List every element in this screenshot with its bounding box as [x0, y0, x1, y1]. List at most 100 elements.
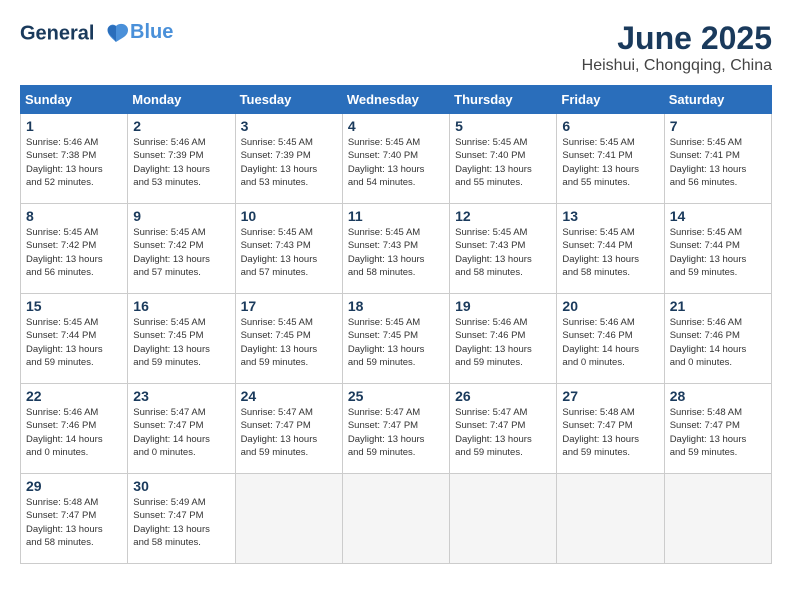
calendar-cell [342, 474, 449, 564]
day-info: Sunrise: 5:45 AM Sunset: 7:42 PM Dayligh… [133, 226, 229, 279]
day-info: Sunrise: 5:47 AM Sunset: 7:47 PM Dayligh… [241, 406, 337, 459]
day-info: Sunrise: 5:46 AM Sunset: 7:46 PM Dayligh… [455, 316, 551, 369]
logo-general: General [20, 22, 94, 44]
day-info: Sunrise: 5:45 AM Sunset: 7:44 PM Dayligh… [670, 226, 766, 279]
day-number: 12 [455, 208, 551, 224]
calendar-cell: 13 Sunrise: 5:45 AM Sunset: 7:44 PM Dayli… [557, 204, 664, 294]
day-number: 30 [133, 478, 229, 494]
day-info: Sunrise: 5:45 AM Sunset: 7:40 PM Dayligh… [455, 136, 551, 189]
col-header-monday: Monday [128, 86, 235, 114]
day-number: 13 [562, 208, 658, 224]
logo-blue: Blue [130, 21, 173, 44]
day-info: Sunrise: 5:45 AM Sunset: 7:45 PM Dayligh… [348, 316, 444, 369]
calendar-cell: 3 Sunrise: 5:45 AM Sunset: 7:39 PM Daylig… [235, 114, 342, 204]
calendar-cell: 1 Sunrise: 5:46 AM Sunset: 7:38 PM Daylig… [21, 114, 128, 204]
calendar-cell: 17 Sunrise: 5:45 AM Sunset: 7:45 PM Dayli… [235, 294, 342, 384]
calendar-table: SundayMondayTuesdayWednesdayThursdayFrid… [20, 85, 772, 564]
calendar-week-row: 15 Sunrise: 5:45 AM Sunset: 7:44 PM Dayli… [21, 294, 772, 384]
day-info: Sunrise: 5:46 AM Sunset: 7:46 PM Dayligh… [26, 406, 122, 459]
calendar-cell: 19 Sunrise: 5:46 AM Sunset: 7:46 PM Dayli… [450, 294, 557, 384]
day-number: 10 [241, 208, 337, 224]
day-number: 7 [670, 118, 766, 134]
day-info: Sunrise: 5:45 AM Sunset: 7:45 PM Dayligh… [241, 316, 337, 369]
calendar-cell: 29 Sunrise: 5:48 AM Sunset: 7:47 PM Dayli… [21, 474, 128, 564]
calendar-cell: 21Sunrise: 5:46 AM Sunset: 7:46 PM Dayli… [664, 294, 771, 384]
col-header-friday: Friday [557, 86, 664, 114]
logo-bird-icon [102, 20, 130, 48]
calendar-cell: 9Sunrise: 5:45 AM Sunset: 7:42 PM Daylig… [128, 204, 235, 294]
col-header-thursday: Thursday [450, 86, 557, 114]
location: Heishui, Chongqing, China [582, 57, 772, 75]
calendar-cell [664, 474, 771, 564]
month-title: June 2025 [582, 20, 772, 57]
calendar-cell [557, 474, 664, 564]
day-number: 19 [455, 298, 551, 314]
day-info: Sunrise: 5:45 AM Sunset: 7:41 PM Dayligh… [562, 136, 658, 189]
day-info: Sunrise: 5:48 AM Sunset: 7:47 PM Dayligh… [670, 406, 766, 459]
day-info: Sunrise: 5:47 AM Sunset: 7:47 PM Dayligh… [348, 406, 444, 459]
day-info: Sunrise: 5:45 AM Sunset: 7:44 PM Dayligh… [562, 226, 658, 279]
calendar-cell: 18 Sunrise: 5:45 AM Sunset: 7:45 PM Dayli… [342, 294, 449, 384]
day-number: 18 [348, 298, 444, 314]
day-info: Sunrise: 5:45 AM Sunset: 7:44 PM Dayligh… [26, 316, 122, 369]
calendar-cell: 16Sunrise: 5:45 AM Sunset: 7:45 PM Dayli… [128, 294, 235, 384]
page-header: General Blue June 2025 Heishui, Chongqin… [20, 20, 772, 75]
calendar-cell: 20Sunrise: 5:46 AM Sunset: 7:46 PM Dayli… [557, 294, 664, 384]
day-number: 24 [241, 388, 337, 404]
day-info: Sunrise: 5:47 AM Sunset: 7:47 PM Dayligh… [133, 406, 229, 459]
day-number: 6 [562, 118, 658, 134]
day-number: 2 [133, 118, 229, 134]
day-number: 5 [455, 118, 551, 134]
calendar-cell: 10 Sunrise: 5:45 AM Sunset: 7:43 PM Dayli… [235, 204, 342, 294]
col-header-wednesday: Wednesday [342, 86, 449, 114]
day-number: 8 [26, 208, 122, 224]
calendar-cell: 26Sunrise: 5:47 AM Sunset: 7:47 PM Dayli… [450, 384, 557, 474]
day-number: 21 [670, 298, 766, 314]
day-number: 3 [241, 118, 337, 134]
calendar-cell: 15 Sunrise: 5:45 AM Sunset: 7:44 PM Dayli… [21, 294, 128, 384]
day-info: Sunrise: 5:45 AM Sunset: 7:39 PM Dayligh… [241, 136, 337, 189]
calendar-cell: 28 Sunrise: 5:48 AM Sunset: 7:47 PM Dayli… [664, 384, 771, 474]
calendar-cell: 27 Sunrise: 5:48 AM Sunset: 7:47 PM Dayli… [557, 384, 664, 474]
day-info: Sunrise: 5:48 AM Sunset: 7:47 PM Dayligh… [562, 406, 658, 459]
day-number: 11 [348, 208, 444, 224]
calendar-cell: 30 Sunrise: 5:49 AM Sunset: 7:47 PM Dayli… [128, 474, 235, 564]
day-number: 25 [348, 388, 444, 404]
day-info: Sunrise: 5:45 AM Sunset: 7:42 PM Dayligh… [26, 226, 122, 279]
day-number: 28 [670, 388, 766, 404]
day-number: 15 [26, 298, 122, 314]
day-info: Sunrise: 5:46 AM Sunset: 7:39 PM Dayligh… [133, 136, 229, 189]
calendar-cell [235, 474, 342, 564]
col-header-sunday: Sunday [21, 86, 128, 114]
day-number: 14 [670, 208, 766, 224]
calendar-cell: 4Sunrise: 5:45 AM Sunset: 7:40 PM Daylig… [342, 114, 449, 204]
calendar-cell: 22Sunrise: 5:46 AM Sunset: 7:46 PM Dayli… [21, 384, 128, 474]
day-info: Sunrise: 5:46 AM Sunset: 7:46 PM Dayligh… [562, 316, 658, 369]
day-number: 1 [26, 118, 122, 134]
day-info: Sunrise: 5:45 AM Sunset: 7:43 PM Dayligh… [241, 226, 337, 279]
calendar-week-row: 8 Sunrise: 5:45 AM Sunset: 7:42 PM Daylig… [21, 204, 772, 294]
col-header-tuesday: Tuesday [235, 86, 342, 114]
calendar-week-row: 1 Sunrise: 5:46 AM Sunset: 7:38 PM Daylig… [21, 114, 772, 204]
calendar-cell: 11 Sunrise: 5:45 AM Sunset: 7:43 PM Dayli… [342, 204, 449, 294]
col-header-saturday: Saturday [664, 86, 771, 114]
logo: General Blue [20, 20, 173, 48]
day-number: 27 [562, 388, 658, 404]
day-number: 29 [26, 478, 122, 494]
calendar-cell: 2 Sunrise: 5:46 AM Sunset: 7:39 PM Daylig… [128, 114, 235, 204]
calendar-cell: 7Sunrise: 5:45 AM Sunset: 7:41 PM Daylig… [664, 114, 771, 204]
calendar-cell: 12 Sunrise: 5:45 AM Sunset: 7:43 PM Dayli… [450, 204, 557, 294]
calendar-week-row: 29 Sunrise: 5:48 AM Sunset: 7:47 PM Dayli… [21, 474, 772, 564]
calendar-cell: 23 Sunrise: 5:47 AM Sunset: 7:47 PM Dayli… [128, 384, 235, 474]
day-info: Sunrise: 5:46 AM Sunset: 7:38 PM Dayligh… [26, 136, 122, 189]
day-number: 17 [241, 298, 337, 314]
day-info: Sunrise: 5:45 AM Sunset: 7:45 PM Dayligh… [133, 316, 229, 369]
calendar-cell: 5 Sunrise: 5:45 AM Sunset: 7:40 PM Daylig… [450, 114, 557, 204]
day-info: Sunrise: 5:49 AM Sunset: 7:47 PM Dayligh… [133, 496, 229, 549]
day-info: Sunrise: 5:47 AM Sunset: 7:47 PM Dayligh… [455, 406, 551, 459]
day-info: Sunrise: 5:45 AM Sunset: 7:43 PM Dayligh… [348, 226, 444, 279]
day-info: Sunrise: 5:48 AM Sunset: 7:47 PM Dayligh… [26, 496, 122, 549]
calendar-cell [450, 474, 557, 564]
day-number: 23 [133, 388, 229, 404]
day-info: Sunrise: 5:45 AM Sunset: 7:43 PM Dayligh… [455, 226, 551, 279]
